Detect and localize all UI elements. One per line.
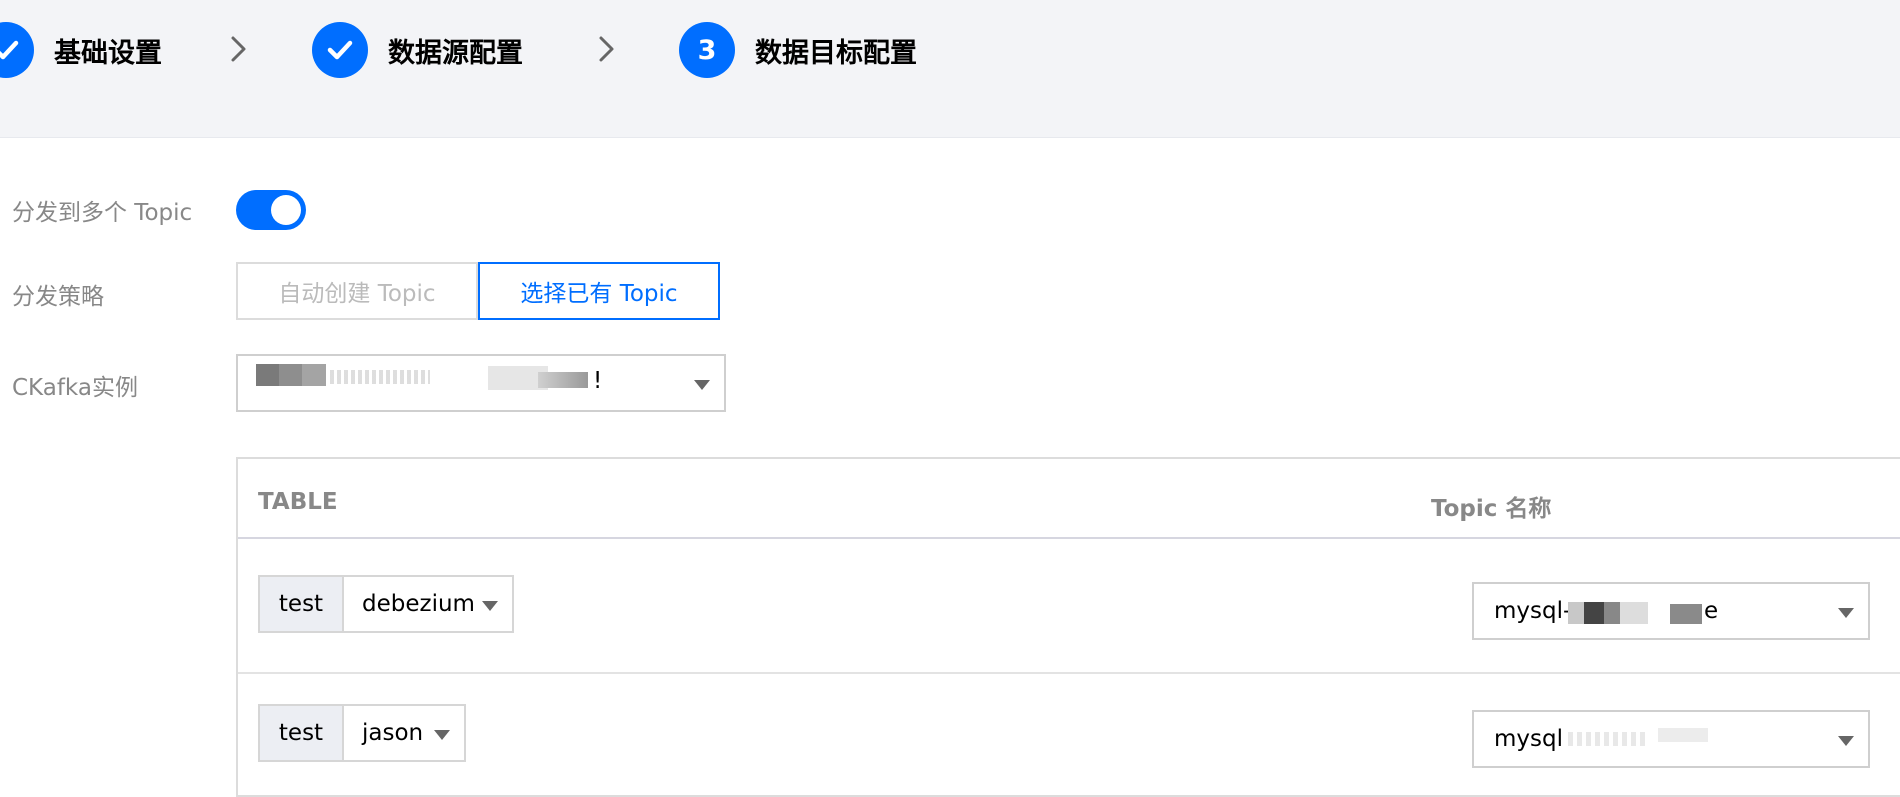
topic-select[interactable]: mysql- e <box>1472 582 1870 640</box>
chevron-down-icon <box>434 730 450 740</box>
table-header-topic: Topic 名称 <box>1431 496 1552 522</box>
redacted-block <box>538 372 588 388</box>
strategy-select-existing-button[interactable]: 选择已有 Topic <box>478 262 720 320</box>
topic-select-value: mysql <box>1494 726 1563 752</box>
table-select[interactable]: debezium <box>342 575 514 633</box>
header-divider <box>238 537 1900 539</box>
chevron-right-icon <box>599 36 614 62</box>
redacted-block <box>1670 604 1702 624</box>
steps-bar: 基础设置 数据源配置 3 数据目标配置 <box>0 0 1900 138</box>
topic-select[interactable]: mysql <box>1472 710 1870 768</box>
step-data-target[interactable]: 3 数据目标配置 <box>679 22 917 78</box>
step-done-check-icon <box>312 22 368 78</box>
step-title: 数据源配置 <box>388 37 523 69</box>
redacted-block <box>256 364 326 386</box>
instance-value: ! <box>593 368 603 394</box>
redacted-block <box>1568 602 1648 624</box>
ckafka-instance-select[interactable]: ! <box>236 354 726 412</box>
topic-mapping-table: TABLE Topic 名称 test debezium mysql- e te… <box>236 457 1900 797</box>
topic-select-value: mysql- <box>1494 598 1572 624</box>
chevron-down-icon <box>694 380 710 390</box>
step-title: 基础设置 <box>54 37 162 69</box>
step-basic-settings[interactable]: 基础设置 <box>0 22 162 78</box>
database-tag: test <box>258 575 342 633</box>
redacted-block <box>330 370 430 384</box>
step-number: 3 <box>697 34 717 66</box>
strategy-label: 分发策略 <box>12 284 104 310</box>
chevron-down-icon <box>1838 736 1854 746</box>
multi-topic-toggle[interactable] <box>236 190 306 230</box>
step-done-check-icon <box>0 22 34 78</box>
database-tag: test <box>258 704 342 762</box>
chevron-down-icon <box>1838 608 1854 618</box>
step-number-badge: 3 <box>679 22 735 78</box>
chevron-right-icon <box>231 36 246 62</box>
redacted-block <box>1568 732 1648 746</box>
instance-label: CKafka实例 <box>12 375 138 401</box>
step-data-source[interactable]: 数据源配置 <box>312 22 523 78</box>
chevron-down-icon <box>482 601 498 611</box>
topic-select-tail: e <box>1704 598 1719 624</box>
row-divider <box>238 672 1900 674</box>
table-select[interactable]: jason <box>342 704 466 762</box>
multi-topic-label: 分发到多个 Topic <box>12 200 193 226</box>
table-select-value: debezium <box>362 591 475 617</box>
table-select-value: jason <box>362 720 424 746</box>
redacted-block <box>1658 728 1708 742</box>
toggle-knob <box>271 195 301 225</box>
table-header-table: TABLE <box>258 489 338 515</box>
strategy-auto-create-button[interactable]: 自动创建 Topic <box>236 262 478 320</box>
step-title: 数据目标配置 <box>755 37 917 69</box>
